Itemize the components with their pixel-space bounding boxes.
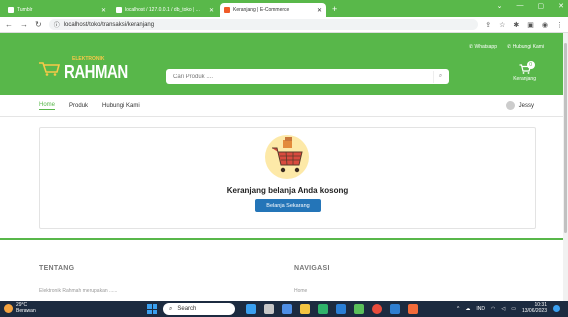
wifi-icon[interactable]: ◠	[491, 306, 495, 312]
site-header: ✆ Whatsapp ✆ Hubungi Kami ELEKTRONIK RAH…	[0, 33, 568, 95]
close-icon[interactable]: ✕	[101, 7, 106, 14]
os-taskbar: 29°C Berawan ⌕ Search ^ ☁ IND ◠ ◁ ▭ 10:3…	[0, 301, 568, 317]
store-icon[interactable]	[354, 304, 364, 314]
close-icon[interactable]: ✕	[317, 7, 322, 14]
xampp-icon[interactable]	[408, 304, 418, 314]
new-tab-button[interactable]: +	[332, 3, 337, 17]
nav-item-home[interactable]: Home	[39, 102, 56, 110]
system-tray: ^ ☁ IND ◠ ◁ ▭ 10:31 13/06/2023	[457, 302, 560, 314]
phpmyadmin-favicon-icon	[116, 7, 122, 13]
avatar	[505, 101, 515, 110]
clock[interactable]: 10:31 13/06/2023	[521, 302, 547, 314]
maximize-icon[interactable]: ▢	[538, 2, 545, 10]
scrollbar-thumb[interactable]	[564, 43, 567, 233]
tab-label: Keranjang | E-Commerce	[233, 7, 290, 13]
user-menu[interactable]: Jessy	[505, 101, 534, 110]
tab-keranjang[interactable]: Keranjang | E-Commerce ✕	[220, 3, 326, 17]
star-icon[interactable]: ☆	[499, 21, 505, 29]
share-icon[interactable]: ⇪	[485, 21, 491, 29]
footer: TENTANG Elektronik Rahmah merupakan ....…	[0, 240, 568, 301]
weather-condition: Berawan	[16, 307, 36, 314]
chat-icon[interactable]	[282, 304, 292, 314]
browser-toolbar: ← → ↻ ⓘ localhost/toko/transaksi/keranja…	[0, 17, 568, 33]
cart-button[interactable]: 0 Keranjang	[513, 61, 536, 82]
close-window-icon[interactable]: ✕	[558, 2, 564, 10]
footer-about-title: TENTANG	[39, 265, 75, 272]
whatsapp-link[interactable]: ✆ Whatsapp	[469, 44, 497, 50]
taskbar-search[interactable]: ⌕ Search	[163, 303, 235, 315]
battery-icon[interactable]: ▭	[511, 306, 516, 312]
volume-icon[interactable]: ◁	[501, 306, 505, 312]
search-icon[interactable]: ⌕	[433, 70, 447, 83]
whatsapp-label: Whatsapp	[474, 44, 497, 50]
search-icon: ⌕	[169, 305, 173, 312]
telegram-icon[interactable]	[336, 304, 346, 314]
window-controls: ⌄ — ▢ ✕	[497, 2, 564, 10]
shop-now-button[interactable]: Belanja Sekarang	[255, 199, 321, 212]
footer-nav-title: NAVIGASI	[294, 265, 330, 272]
nav-item-produk[interactable]: Produk	[69, 103, 88, 109]
reload-icon[interactable]: ↻	[35, 20, 42, 29]
sidebar-icon[interactable]: ▣	[527, 21, 534, 29]
weather-widget[interactable]: 29°C Berawan	[4, 302, 36, 314]
empty-cart-title: Keranjang belanja Anda kosong	[226, 186, 349, 195]
chrome-icon[interactable]	[372, 304, 382, 314]
empty-cart-card: Keranjang belanja Anda kosong Belanja Se…	[39, 127, 536, 229]
profile-icon[interactable]: ◉	[542, 21, 548, 29]
file-explorer-icon[interactable]	[300, 304, 310, 314]
top-links: ✆ Whatsapp ✆ Hubungi Kami	[469, 44, 544, 50]
address-bar[interactable]: ⓘ localhost/toko/transaksi/keranjang	[48, 19, 479, 30]
page-scrollbar[interactable]	[563, 33, 568, 301]
widgets-icon[interactable]	[246, 304, 256, 314]
forward-arrow-icon[interactable]: →	[20, 20, 28, 29]
cart-label: Keranjang	[513, 76, 536, 82]
cart-count-badge: 0	[526, 61, 535, 69]
main-nav: Home Produk Hubungi Kami Jessy	[0, 95, 568, 117]
nav-item-hubungi-kami[interactable]: Hubungi Kami	[102, 103, 140, 109]
user-name: Jessy	[518, 102, 534, 109]
shop-favicon-icon	[224, 7, 230, 13]
contact-link[interactable]: ✆ Hubungi Kami	[507, 44, 544, 50]
task-view-icon[interactable]	[264, 304, 274, 314]
tab-label: localhost / 127.0.0.1 / db_toko | ...	[125, 7, 200, 13]
close-icon[interactable]: ✕	[209, 7, 214, 14]
back-arrow-icon[interactable]: ←	[5, 20, 13, 29]
search-input[interactable]	[166, 73, 433, 80]
language-indicator[interactable]: IND	[476, 306, 485, 312]
browser-tab-strip: Tumblr ✕ localhost / 127.0.0.1 / db_toko…	[0, 0, 568, 17]
clock-date: 13/06/2023	[521, 307, 547, 314]
cloudy-weather-icon	[4, 304, 13, 313]
search-box: ⌕	[166, 69, 449, 84]
taskbar-apps	[246, 304, 418, 314]
site-logo[interactable]: ELEKTRONIK RAHMAN	[38, 52, 128, 84]
extensions-icon[interactable]: ✱	[513, 21, 519, 29]
tab-tumblr[interactable]: Tumblr ✕	[4, 3, 110, 17]
menu-icon[interactable]: ⋮	[556, 21, 563, 29]
tab-phpmyadmin[interactable]: localhost / 127.0.0.1 / db_toko | ... ✕	[112, 3, 218, 17]
tumblr-favicon-icon	[8, 7, 14, 13]
windows-start-icon[interactable]	[147, 304, 157, 314]
edge-icon[interactable]	[318, 304, 328, 314]
site-info-icon[interactable]: ⓘ	[54, 20, 60, 29]
url-text: localhost/toko/transaksi/keranjang	[63, 21, 155, 28]
empty-cart-illustration-icon	[265, 135, 309, 179]
browser-actions: ⇪ ☆ ✱ ▣ ◉ ⋮	[485, 21, 563, 29]
tab-label: Tumblr	[17, 7, 33, 13]
vscode-icon[interactable]	[390, 304, 400, 314]
tray-chevron-up-icon[interactable]: ^	[457, 306, 459, 312]
logo-text: RAHMAN	[64, 62, 128, 83]
minimize-icon[interactable]: —	[517, 2, 524, 10]
footer-nav-home-link[interactable]: Home	[294, 288, 307, 294]
footer-about-text: Elektronik Rahmah merupakan ......	[39, 288, 118, 294]
notification-icon[interactable]	[553, 305, 560, 312]
contact-label: Hubungi Kami	[512, 44, 544, 50]
logo-subtitle: ELEKTRONIK	[72, 56, 105, 62]
cloud-icon[interactable]: ☁	[465, 306, 470, 312]
cart-logo-icon	[39, 62, 60, 76]
chevron-down-icon[interactable]: ⌄	[497, 2, 503, 10]
taskbar-search-label: Search	[177, 306, 197, 312]
